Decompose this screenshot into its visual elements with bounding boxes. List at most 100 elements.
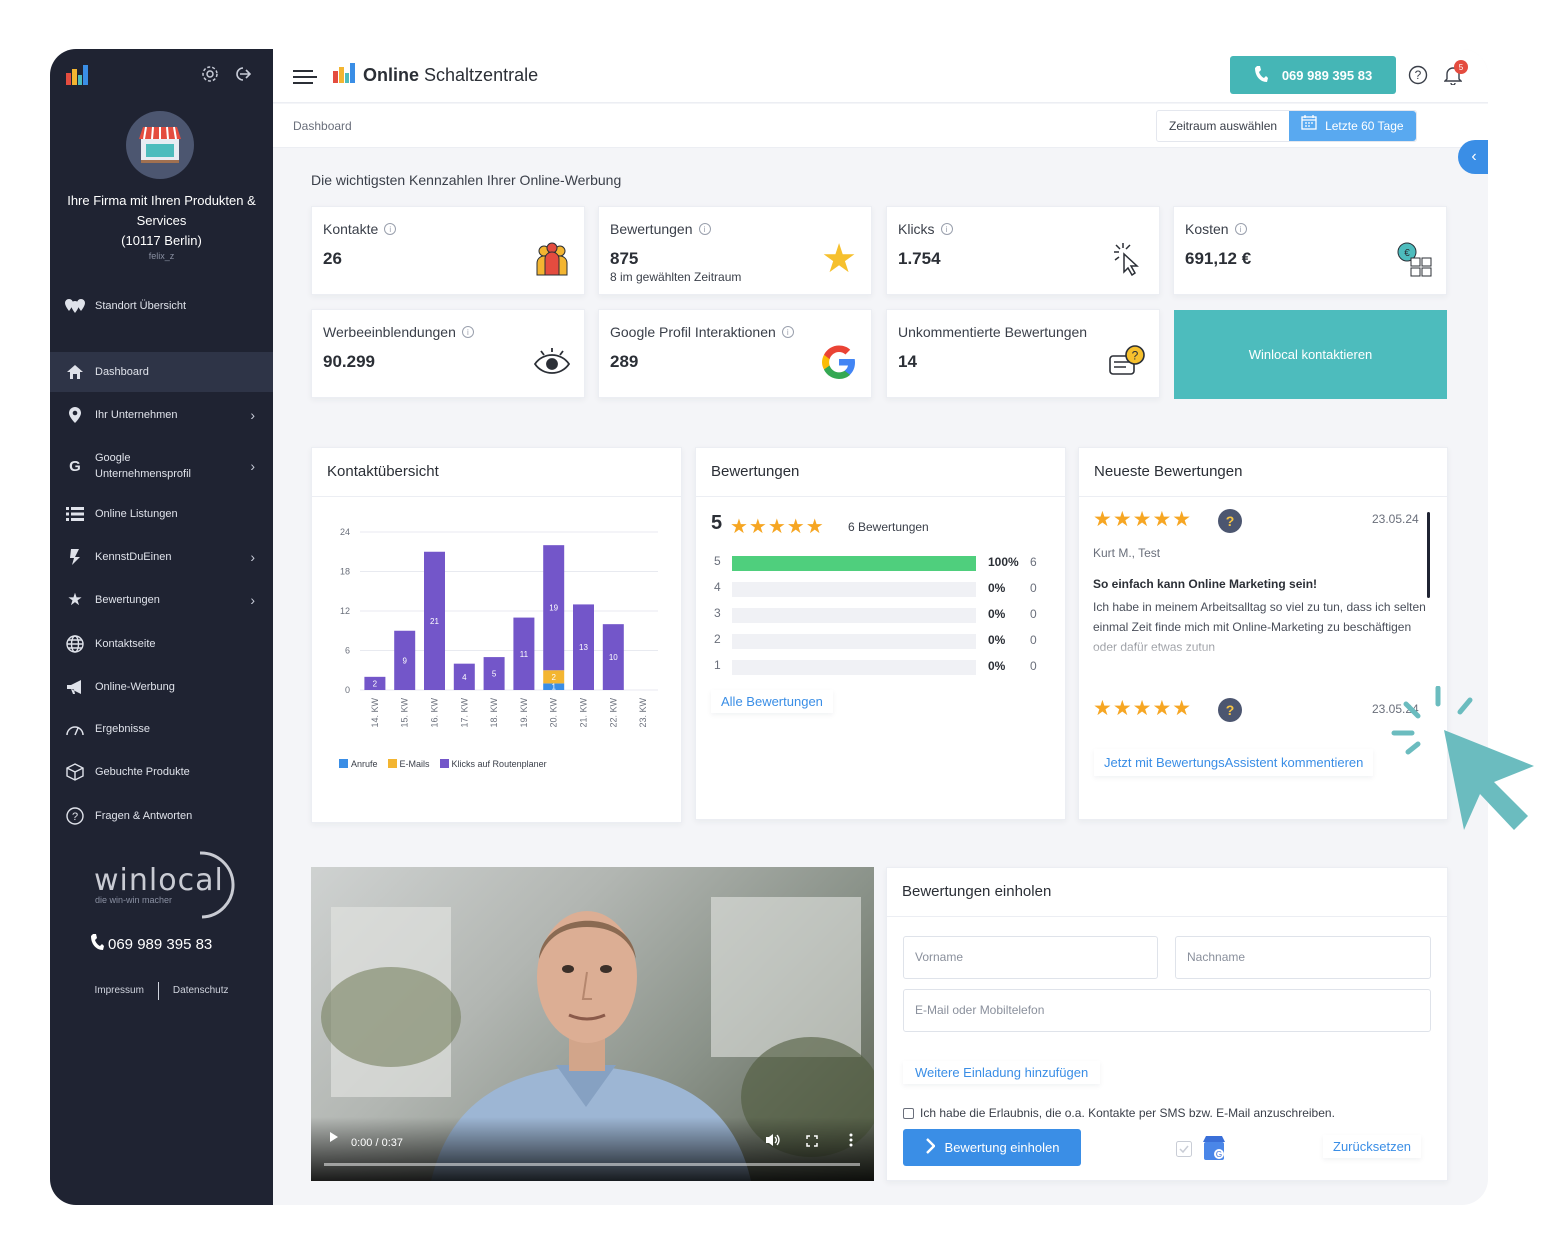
sidebar-item-label-line2: Unternehmensprofil [95,468,191,480]
sidebar-item-online-werbung[interactable]: Online-Werbung [50,667,273,707]
hamburger-menu-icon[interactable] [293,69,317,90]
help-icon[interactable]: ? [1408,65,1428,90]
sidebar-item-bewertungen[interactable]: ★ Bewertungen › [50,580,273,620]
fullscreen-icon[interactable] [806,1135,818,1150]
request-review-button[interactable]: Bewertung einholen [903,1129,1081,1166]
logout-icon[interactable] [233,65,252,88]
phone-button[interactable]: 069 989 395 83 [1230,56,1396,94]
company-avatar [126,111,194,179]
review-stars: ★★★★★ [1093,508,1193,531]
sidebar-item-gebuchte-produkte[interactable]: Gebuchte Produkte [50,752,273,792]
firstname-input[interactable]: Vorname [903,936,1158,979]
info-icon[interactable]: i [698,223,711,235]
star-icon: ★ [67,590,83,609]
lastname-input[interactable]: Nachname [1175,936,1431,979]
winlocal-contact-button[interactable]: Winlocal kontaktieren [1174,310,1447,399]
sidebar-item-kontaktseite[interactable]: Kontaktseite [50,624,273,664]
x-tick-label: 16. KW [430,698,440,728]
check-icon[interactable] [1176,1141,1192,1162]
kpi-value: 289 [610,352,639,371]
breadcrumb[interactable]: Dashboard [293,119,352,133]
rating-row-stars: 4 [714,580,721,594]
legend-item-anrufe[interactable]: Anrufe [339,759,378,769]
google-icon: G [69,457,81,475]
rating-row-stars: 3 [714,606,721,620]
info-icon[interactable]: i [384,223,397,235]
rating-row-percent: 0% [988,607,1006,621]
kpi-card-kontakte[interactable]: Kontakte i 26 [311,206,585,295]
sidebar-item-label: Google Unternehmensprofil [95,450,191,482]
sidebar-item-label: KennstDuEinen [95,551,172,563]
sidebar-item-label: Online Listungen [95,508,178,520]
kpi-card-google-interaktionen[interactable]: Google Profil Interaktionen i 289 [598,309,872,398]
sidebar-item-fragen-antworten[interactable]: ? Fragen & Antworten [50,796,273,836]
legend-label: Klicks auf Routenplaner [451,759,547,769]
chevron-right-icon: › [250,592,255,608]
info-icon[interactable]: i [461,326,474,338]
reset-link[interactable]: Zurücksetzen [1323,1135,1422,1158]
impressum-link[interactable]: Impressum [94,985,143,1000]
kpi-card-kosten[interactable]: Kosten i 691,12 € € [1173,206,1447,295]
sidebar-item-dashboard[interactable]: Dashboard [50,352,273,392]
legend-swatch [439,759,449,768]
x-tick-label: 18. KW [489,698,499,728]
sidebar-item-label-line1: Google [95,452,131,464]
sidebar-phone[interactable]: 069 989 395 83 [90,933,212,955]
kpi-card-bewertungen[interactable]: Bewertungen i 875 8 im gewählten Zeitraum… [598,206,872,295]
rating-stars: ★★★★★ [730,516,825,538]
kpi-label-text: Kontakte [323,221,379,237]
volume-icon[interactable] [765,1133,781,1150]
all-ratings-link[interactable]: Alle Bewertungen [711,690,833,713]
rating-row-percent: 0% [988,581,1006,595]
sidebar-item-kennstdueinen[interactable]: KennstDuEinen › [50,537,273,577]
kpi-value: 875 [610,249,639,268]
subheader: Dashboard Zeitraum auswählen Letzte 60 T… [273,104,1488,148]
sidebar-item-unternehmen[interactable]: Ihr Unternehmen › [50,395,273,435]
rating-row-stars: 2 [714,632,721,646]
chart-legend: Anrufe E-Mails Klicks auf Routenplaner [339,759,547,769]
app-logo-icon[interactable] [66,65,88,90]
kpi-value: 26 [323,249,342,268]
datenschutz-link[interactable]: Datenschutz [173,985,229,1000]
add-invitation-link[interactable]: Weitere Einladung hinzufügen [903,1061,1100,1084]
info-icon[interactable]: i [940,223,953,235]
google-business-icon[interactable]: G [1200,1134,1228,1167]
sidebar-item-label: Ergebnisse [95,723,151,735]
video-controls [311,1117,874,1181]
kpi-value: 1.754 [898,249,941,268]
kpi-card-klicks[interactable]: Klicks i 1.754 [886,206,1160,295]
review-scrollbar[interactable] [1427,512,1430,598]
consent-row: Ich habe die Erlaubnis, die o.a. Kontakt… [903,1106,1335,1120]
date-range-button[interactable]: Letzte 60 Tage [1289,111,1416,141]
rating-row: 1 0% 0 [714,658,1044,675]
svg-text:?: ? [1132,349,1139,363]
collapse-panel-tab[interactable]: ‹ [1458,140,1488,174]
rating-row-stars: 1 [714,658,721,672]
legend-item-routenplaner[interactable]: Klicks auf Routenplaner [439,759,547,769]
contact-input[interactable]: E-Mail oder Mobiltelefon [903,989,1431,1032]
question-icon: ? [64,805,86,827]
kpi-card-werbeeinblendungen[interactable]: Werbeeinblendungen i 90.299 [311,309,585,398]
video-progress-bar[interactable] [324,1163,860,1166]
more-options-icon[interactable] [849,1133,853,1150]
kpi-card-unkommentierte[interactable]: Unkommentierte Bewertungen 14 ? [886,309,1160,398]
info-icon[interactable]: i [1234,223,1247,235]
legend-item-emails[interactable]: E-Mails [387,759,430,769]
play-icon[interactable] [329,1130,339,1148]
sidebar-item-online-listungen[interactable]: Online Listungen [50,494,273,534]
consent-checkbox[interactable] [903,1107,914,1119]
gear-icon[interactable] [201,65,219,88]
winlocal-tagline: die win-win macher [95,895,173,905]
phone-icon [90,933,104,955]
panel-title: Neueste Bewertungen [1079,448,1447,497]
bar-data-label: 19 [549,604,558,613]
video-player[interactable]: 0:00 / 0:37 [311,867,874,1181]
sidebar-item-ergebnisse[interactable]: Ergebnisse [50,709,273,749]
review-assistant-link[interactable]: Jetzt mit BewertungsAssistent kommentier… [1094,749,1374,776]
sidebar-item-google[interactable]: G Google Unternehmensprofil › [50,446,273,486]
panel-title: Kontaktübersicht [312,448,681,497]
sidebar-item-standort[interactable]: Standort Übersicht [50,286,273,326]
shop-icon [139,126,181,163]
info-icon[interactable]: i [781,326,794,338]
review-source-icon: ? [1218,509,1242,533]
